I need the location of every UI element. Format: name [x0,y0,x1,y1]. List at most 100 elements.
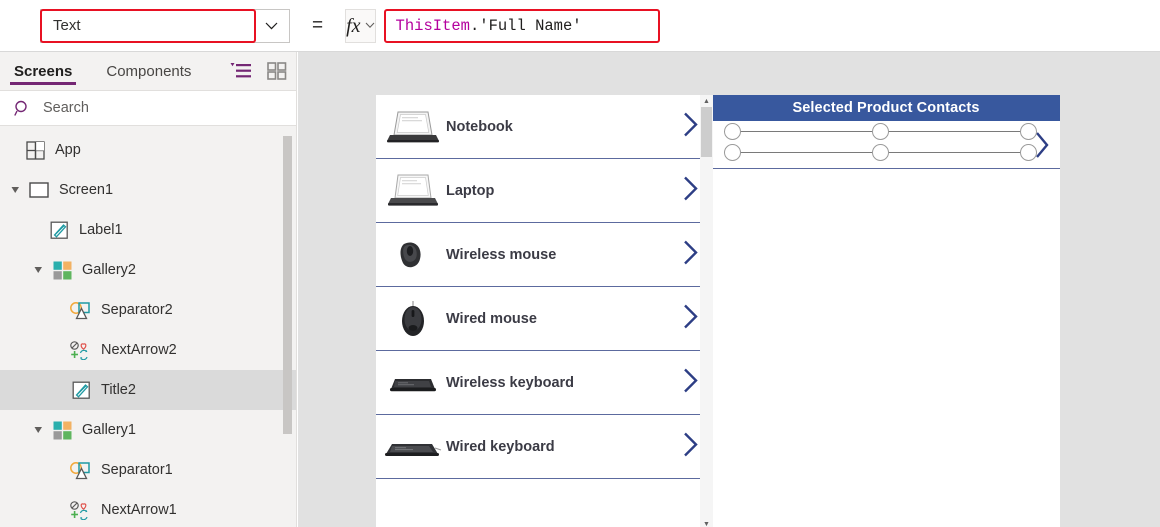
chevron-right-icon[interactable] [682,367,700,398]
shape-icon [70,299,92,321]
twisty-expanded-icon[interactable] [8,183,22,197]
product-gallery[interactable]: Notebook Laptop Wireless mouse Wired mou… [376,95,712,527]
chevron-right-icon[interactable] [682,175,700,206]
search-icon [14,100,27,116]
mouse-photo [380,230,446,280]
scroll-up-arrow-icon[interactable]: ▲ [700,95,713,107]
formula-token-identifier: ThisItem [395,16,470,35]
mouse-photo [380,294,446,344]
sidebar-scrollbar-thumb[interactable] [283,136,292,434]
contacts-gallery-scrollbar[interactable]: ▲ ▼ [700,95,713,527]
gallery-item[interactable]: Wireless keyboard [376,351,712,415]
tree-item-nextarrow1[interactable]: NextArrow1 [0,490,296,525]
tree-item-label: NextArrow2 [101,342,177,358]
tree-item-title2[interactable]: Title2 [0,370,296,410]
chevron-right-icon[interactable] [1034,130,1051,165]
tree-item-gallery1[interactable]: Gallery1 [0,410,296,450]
gallery-item[interactable]: Notebook [376,95,712,159]
tree-item-label: Separator2 [101,302,173,318]
chevron-right-icon[interactable] [682,431,700,462]
gallery-item[interactable]: Wired mouse [376,287,712,351]
resize-handle-top-right[interactable] [1020,123,1037,140]
contacts-gallery-title-label: Selected Product Contacts [792,100,980,116]
keyboard-photo [380,422,446,472]
label-icon [70,379,92,401]
gallery-item-name: Wired mouse [446,310,537,327]
resize-handle-top-left[interactable] [724,123,741,140]
contacts-gallery-scrollbar-thumb[interactable] [701,107,712,157]
chevron-right-icon[interactable] [682,239,700,270]
contacts-gallery-body [712,171,1060,527]
tree-item-label: Label1 [79,222,123,238]
property-dropdown-value[interactable]: Text [40,8,254,43]
contacts-gallery-title: Selected Product Contacts [712,95,1060,121]
app-canvas: Notebook Laptop Wireless mouse Wired mou… [298,52,1160,527]
tree-view-button[interactable] [230,60,252,82]
left-sidebar: Screens Components Search App Screen1 La… [0,52,297,527]
tab-components-label: Components [106,62,192,80]
resize-handle-bottom-center[interactable] [872,144,889,161]
thumbnail-view-icon [267,62,287,80]
tree-item-label: Screen1 [59,182,114,198]
laptop-photo [380,166,446,216]
search-input[interactable]: Search [43,100,89,116]
tree-item-separator1[interactable]: Separator1 [0,450,296,490]
gallery-item-name: Laptop [446,182,495,199]
sidebar-scrollbar[interactable] [283,136,292,521]
tree-view-icon [230,63,251,78]
chevron-right-icon[interactable] [682,111,700,142]
contacts-gallery[interactable]: Selected Product Contacts [712,95,1060,527]
property-selector[interactable]: Text [40,8,290,43]
tree-item-label: Separator1 [101,462,173,478]
property-dropdown-caret[interactable] [254,8,290,43]
app-icon [24,139,46,161]
gallery-item-name: Wireless keyboard [446,374,575,391]
fx-button[interactable]: fx [345,8,376,43]
twisty-expanded-icon[interactable] [31,423,45,437]
sidebar-tab-strip: Screens Components [0,52,296,90]
thumbnail-view-button[interactable] [266,60,288,82]
label-icon [48,219,70,241]
chevron-down-icon [265,22,278,29]
formula-bar: Text = fx ThisItem .'Full Name' [0,0,1160,52]
chevron-down-icon [365,22,374,28]
tree-item-label1[interactable]: Label1 [0,210,296,250]
tab-components[interactable]: Components [102,52,195,90]
tree-item-separator2[interactable]: Separator2 [0,290,296,330]
view-mode-buttons [230,52,288,90]
resize-handle-bottom-left[interactable] [724,144,741,161]
formula-token-rest: .'Full Name' [469,16,582,35]
icon-icon [70,339,92,361]
gallery-icon [51,259,73,281]
screen-icon [28,179,50,201]
tree-item-label: Gallery1 [82,422,136,438]
gallery-item[interactable]: Wireless mouse [376,223,712,287]
twisty-expanded-icon[interactable] [31,263,45,277]
tree-item-nextarrow2[interactable]: NextArrow2 [0,330,296,370]
gallery-item[interactable]: Laptop [376,159,712,223]
fx-label: fx [346,14,361,37]
formula-input-wrapper[interactable]: ThisItem .'Full Name' [383,8,1160,43]
tree-item-gallery2[interactable]: Gallery2 [0,250,296,290]
tree-item-label: NextArrow1 [101,502,177,518]
icon-icon [70,499,92,521]
tree-item-label: Gallery2 [82,262,136,278]
tab-screens[interactable]: Screens [10,52,77,90]
resize-handle-top-center[interactable] [872,123,889,140]
chevron-right-icon[interactable] [682,303,700,334]
component-tree: App Screen1 Label1 Gallery2 Separator2 N… [0,126,296,525]
gallery-item[interactable]: Wired keyboard [376,415,712,479]
tree-item-label: Title2 [101,382,136,398]
laptop-photo [380,102,446,152]
gallery-icon [51,419,73,441]
sidebar-search[interactable]: Search [0,90,296,126]
scroll-down-arrow-icon[interactable]: ▼ [700,518,713,527]
equals-sign: = [312,14,324,36]
tree-item-screen1[interactable]: Screen1 [0,170,296,210]
shape-icon [70,459,92,481]
resize-handle-bottom-right[interactable] [1020,144,1037,161]
formula-input[interactable]: ThisItem .'Full Name' [383,8,1160,43]
keyboard-photo [380,358,446,408]
tree-item-app[interactable]: App [0,130,296,170]
tree-item-label: App [55,142,81,158]
